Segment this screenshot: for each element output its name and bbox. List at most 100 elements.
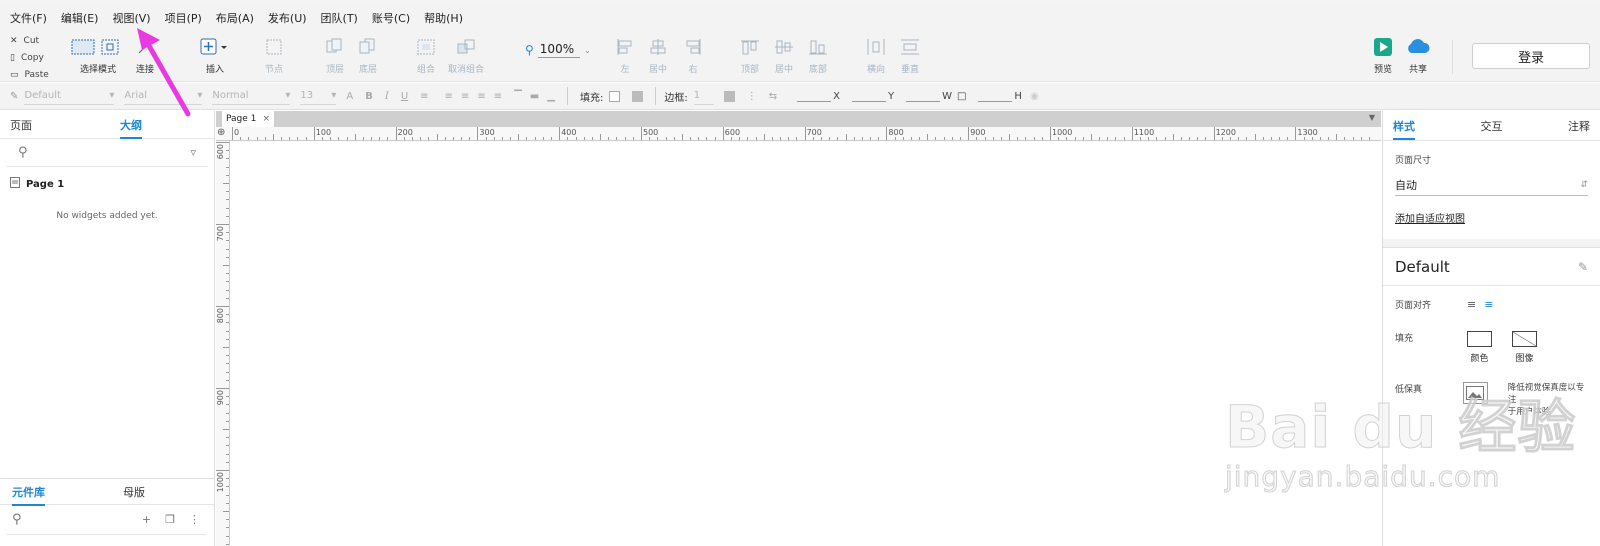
font-select[interactable]: Arial ▾ bbox=[124, 87, 203, 105]
tab-outline[interactable]: 大纲 bbox=[120, 111, 142, 139]
text-align-left-icon[interactable]: ≡ bbox=[445, 91, 453, 102]
ruler-label-x: 500 bbox=[643, 128, 659, 137]
menu-edit[interactable]: 编辑(E) bbox=[61, 10, 99, 26]
library-icon[interactable]: ❐ bbox=[165, 513, 175, 526]
fill-color-option[interactable]: 颜色 bbox=[1467, 331, 1492, 364]
left-panel: 页面 大纲 ⚲ ▿ Page 1 No widgets added yet. 元… bbox=[0, 111, 215, 546]
italic-icon[interactable]: I bbox=[385, 91, 389, 102]
ruler-tick bbox=[722, 127, 724, 140]
font-weight-select[interactable]: Normal ▾ bbox=[212, 87, 291, 105]
add-icon[interactable]: + bbox=[142, 513, 151, 526]
select-mode-button[interactable]: 选择模式 bbox=[70, 36, 126, 75]
page-tab[interactable]: Page 1 × bbox=[222, 111, 274, 127]
align-top-button[interactable]: 顶部 bbox=[740, 36, 760, 75]
text-align-center-icon[interactable]: ≡ bbox=[461, 91, 469, 102]
h-field[interactable]: H ◉ bbox=[978, 90, 1039, 102]
ruler-tick bbox=[1156, 137, 1158, 140]
group-button[interactable]: 组合 bbox=[416, 36, 436, 75]
page-size-select[interactable]: 自动 ⇵ bbox=[1395, 174, 1588, 196]
login-button[interactable]: 登录 bbox=[1472, 43, 1590, 69]
paste-button[interactable]: ▭ Paste bbox=[10, 66, 49, 83]
ruler-tick bbox=[226, 330, 229, 332]
menu-team[interactable]: 团队(T) bbox=[321, 10, 358, 26]
x-field[interactable]: X bbox=[797, 90, 840, 102]
chevron-down-icon: ⌄ bbox=[584, 45, 591, 55]
tab-interactions[interactable]: 交互 bbox=[1481, 112, 1503, 140]
eye-icon[interactable]: ◉ bbox=[1030, 91, 1039, 102]
ungroup-button[interactable]: 取消组合 bbox=[448, 36, 484, 75]
border-style-icon[interactable]: ⋮ bbox=[747, 91, 757, 102]
valign-bottom-icon[interactable]: ▁ bbox=[547, 91, 555, 102]
tab-masters[interactable]: 母版 bbox=[123, 478, 145, 506]
ruler-tick bbox=[338, 137, 340, 140]
outline-search[interactable]: ⚲ ▿ bbox=[6, 139, 208, 167]
library-search[interactable]: ⚲ + ❐ ⋮ bbox=[6, 505, 206, 535]
ruler-tick bbox=[886, 127, 888, 140]
watermark-brand: Bai du 经验 bbox=[1224, 393, 1577, 462]
align-center-page-icon[interactable]: ≡ bbox=[1484, 298, 1493, 311]
ruler-tick bbox=[428, 137, 430, 140]
menu-publish[interactable]: 发布(U) bbox=[268, 10, 307, 26]
add-adaptive-view-link[interactable]: 添加自适应视图 bbox=[1395, 210, 1588, 225]
tab-library[interactable]: 元件库 bbox=[12, 478, 45, 506]
align-right-button[interactable]: 右 bbox=[683, 36, 703, 75]
arrow-style-icon[interactable]: ⇆ bbox=[769, 91, 777, 102]
share-button[interactable]: 共享 bbox=[1405, 36, 1431, 75]
menu-layout[interactable]: 布局(A) bbox=[216, 10, 254, 26]
close-icon[interactable]: × bbox=[262, 114, 270, 124]
lock-icon[interactable]: □ bbox=[957, 91, 966, 102]
bold-icon[interactable]: B bbox=[365, 91, 373, 102]
send-bottom-button[interactable]: 底层 bbox=[358, 36, 378, 75]
text-align-right-icon[interactable]: ≡ bbox=[477, 91, 485, 102]
preview-button[interactable]: 预览 bbox=[1373, 36, 1393, 75]
chevron-down-icon[interactable]: ▼ bbox=[1369, 113, 1375, 122]
font-color-icon[interactable]: A bbox=[346, 91, 353, 102]
connect-button[interactable]: 连接 bbox=[136, 36, 154, 75]
ruler-tick bbox=[796, 137, 798, 140]
more-icon[interactable]: ⋮ bbox=[189, 513, 200, 526]
valign-top-icon[interactable]: ▔ bbox=[514, 91, 522, 102]
align-middle-button[interactable]: 居中 bbox=[774, 36, 794, 75]
color-swatch-icon bbox=[1467, 331, 1492, 347]
zoom-control[interactable]: ⚲ 100% ⌄ bbox=[525, 42, 591, 58]
distribute-horizontal-button[interactable]: 横向 bbox=[866, 36, 886, 75]
y-field[interactable]: Y bbox=[851, 90, 894, 102]
font-size-select[interactable]: 13 ▾ bbox=[300, 87, 337, 105]
menu-help[interactable]: 帮助(H) bbox=[424, 10, 463, 26]
cut-button[interactable]: ✕ Cut bbox=[10, 32, 49, 49]
fill-gradient-icon[interactable] bbox=[632, 90, 644, 102]
bring-top-button[interactable]: 顶层 bbox=[325, 36, 345, 75]
align-center-button[interactable]: 居中 bbox=[648, 36, 668, 75]
copy-button[interactable]: ▯ Copy bbox=[10, 49, 49, 66]
points-button[interactable]: 节点 bbox=[265, 36, 283, 75]
border-color-icon[interactable] bbox=[723, 90, 735, 102]
ruler-tick bbox=[1017, 137, 1019, 140]
menu-file[interactable]: 文件(F) bbox=[10, 10, 47, 26]
design-canvas[interactable] bbox=[231, 141, 1381, 546]
tab-style[interactable]: 样式 bbox=[1393, 112, 1415, 140]
align-bottom-button[interactable]: 底部 bbox=[808, 36, 828, 75]
underline-icon[interactable]: U bbox=[401, 91, 408, 102]
tab-notes[interactable]: 注释 bbox=[1568, 112, 1590, 140]
filter-icon[interactable]: ▿ bbox=[190, 146, 196, 159]
insert-button[interactable]: 插入 bbox=[200, 36, 230, 75]
edit-style-icon[interactable]: ✎ bbox=[1578, 260, 1588, 274]
menu-view[interactable]: 视图(V) bbox=[112, 10, 150, 26]
style-select[interactable]: Default ▾ bbox=[24, 87, 115, 105]
align-left-page-icon[interactable]: ≡ bbox=[1467, 298, 1476, 311]
valign-middle-icon[interactable]: ▬ bbox=[530, 91, 539, 102]
distribute-vertical-button[interactable]: 垂直 bbox=[900, 36, 920, 75]
fill-image-option[interactable]: 图像 bbox=[1512, 331, 1537, 364]
tab-pages[interactable]: 页面 bbox=[10, 111, 32, 139]
menu-account[interactable]: 账号(C) bbox=[372, 10, 410, 26]
fill-color-swatch[interactable] bbox=[609, 90, 621, 102]
text-justify-icon[interactable]: ≡ bbox=[494, 91, 502, 102]
ruler-tick bbox=[690, 137, 692, 140]
w-field[interactable]: W □ bbox=[906, 90, 966, 102]
outline-page-item[interactable]: Page 1 bbox=[0, 167, 214, 191]
crosshair-icon[interactable]: ⊕ bbox=[217, 127, 225, 138]
menu-project[interactable]: 项目(P) bbox=[165, 10, 202, 26]
align-left-button[interactable]: 左 bbox=[615, 36, 635, 75]
border-width-input[interactable]: 1 bbox=[693, 87, 714, 105]
bullet-list-icon[interactable]: ≡ bbox=[420, 91, 428, 102]
